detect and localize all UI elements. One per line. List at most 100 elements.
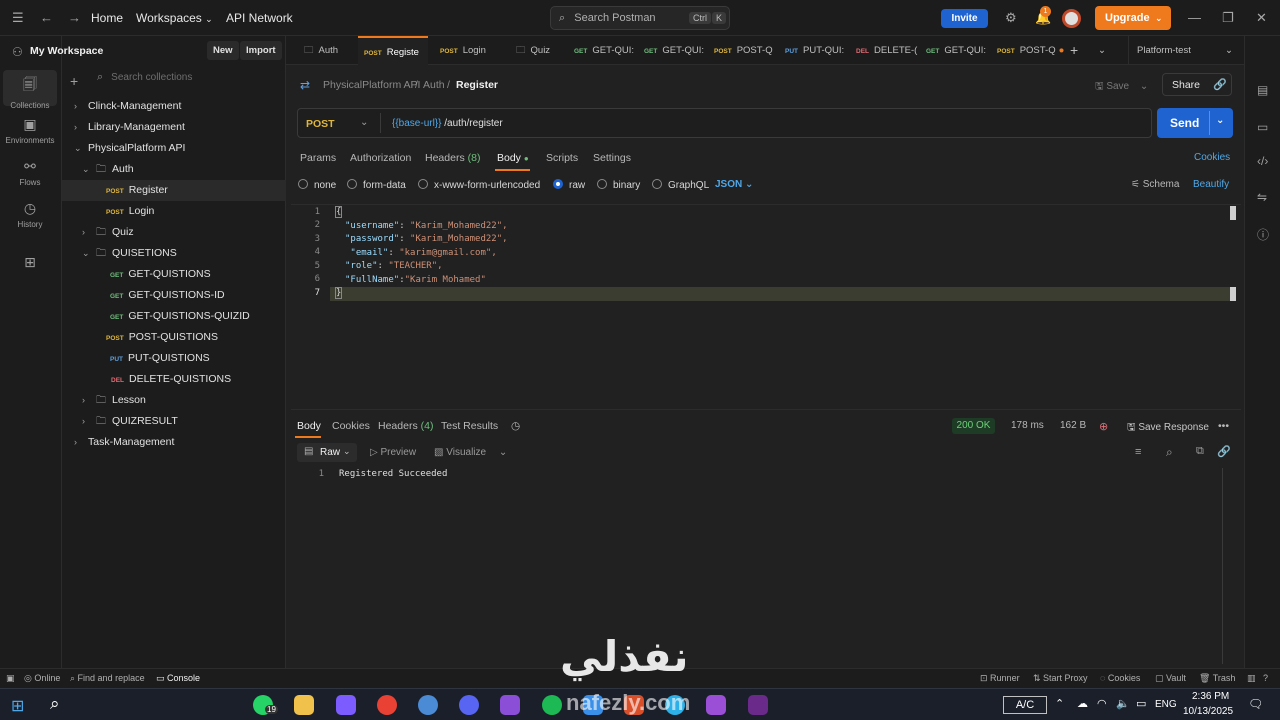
file-explorer-icon[interactable] (294, 695, 314, 715)
clock-time[interactable]: 2:36 PM (1192, 691, 1229, 702)
terminal-icon[interactable] (748, 695, 768, 715)
cookies-link[interactable]: Cookies (1194, 152, 1230, 163)
response-time[interactable]: 178 ms (1011, 420, 1044, 431)
radio-form-data[interactable]: form-data (347, 179, 406, 191)
save-button[interactable]: 🖫 Save ⌄ (1095, 79, 1148, 96)
tab-register[interactable]: POST Registe (358, 36, 428, 65)
collections-search-input[interactable]: ⌕ Search collections (91, 71, 281, 91)
json-select[interactable]: JSON ⌄ (715, 179, 753, 190)
trash-button[interactable]: 🗑 Trash (1199, 673, 1235, 684)
tab-delete[interactable]: DEL DELETE-( (856, 36, 917, 65)
tree-collection[interactable]: › Task-Management (74, 432, 174, 453)
tree-request[interactable]: GET GET-QUISTIONS-ID (110, 285, 225, 306)
strip-apps[interactable]: ⊞ (0, 254, 60, 274)
tree-request[interactable]: PUT PUT-QUISTIONS (110, 348, 210, 369)
chrome-icon[interactable] (377, 695, 397, 715)
tree-folder[interactable]: › 🗀 Lesson (82, 390, 146, 411)
raw-select[interactable]: ▤ Raw ⌄ (297, 443, 357, 462)
schema-button[interactable]: ⚟ Schema (1131, 179, 1179, 190)
notifications-icon[interactable]: 🗨 (1248, 697, 1263, 711)
maximize-icon[interactable]: ❐ (1222, 10, 1234, 26)
console-button[interactable]: ▭ Console (156, 673, 200, 684)
tree-request[interactable]: GET GET-QUISTIONS-QUIZID (110, 306, 250, 327)
tree-collection[interactable]: › Library-Management (74, 117, 185, 138)
proxy-button[interactable]: ⇅ Start Proxy (1033, 673, 1088, 684)
clock-date[interactable]: 10/13/2025 (1183, 706, 1233, 717)
radio-binary[interactable]: binary (597, 179, 640, 191)
avatar[interactable] (1062, 9, 1081, 28)
tab-put[interactable]: PUT PUT-QUI: (785, 36, 844, 65)
method-select[interactable]: POST (306, 118, 335, 130)
tree-request[interactable]: GET GET-QUISTIONS (110, 264, 211, 285)
tab-post-q-2[interactable]: POST POST-Q ● (997, 36, 1064, 65)
chevron-up-icon[interactable]: ⌃ (1055, 697, 1064, 710)
strip-flows[interactable]: ⚯ Flows (0, 158, 60, 187)
vault-button[interactable]: ▢ Vault (1155, 673, 1186, 684)
app-icon[interactable] (418, 695, 438, 715)
tab-post-q[interactable]: POST POST-Q (714, 36, 773, 65)
related-icon[interactable]: ⇋ (1257, 190, 1267, 204)
gear-icon[interactable]: ⚙ (1005, 10, 1017, 26)
nav-workspaces[interactable]: Workspaces ⌄ (136, 11, 213, 25)
tree-collection[interactable]: ⌄ PhysicalPlatform API (74, 138, 185, 159)
add-collection-icon[interactable]: + (70, 73, 78, 89)
menu-icon[interactable]: ☰ (12, 10, 24, 26)
wrap-icon[interactable]: ≡ (1135, 446, 1141, 458)
tab-scripts[interactable]: Scripts (546, 152, 578, 164)
code-icon[interactable]: ‹/› (1257, 154, 1268, 168)
docs-icon[interactable]: ▤ (1257, 83, 1268, 97)
resp-tab-cookies[interactable]: Cookies (332, 420, 370, 432)
new-button[interactable]: New (207, 41, 239, 60)
comments-icon[interactable]: ▭ (1257, 120, 1268, 134)
resp-tab-tests[interactable]: Test Results (441, 420, 498, 432)
radio-graphql[interactable]: GraphQL (652, 179, 709, 191)
invite-button[interactable]: Invite (941, 9, 988, 28)
language-indicator[interactable]: ENG (1155, 699, 1177, 710)
status-badge[interactable]: 200 OK (952, 418, 995, 434)
tab-quiz[interactable]: 🗀 Quiz (516, 36, 550, 65)
tab-settings[interactable]: Settings (593, 152, 631, 164)
globe-icon[interactable]: ⊕ (1099, 420, 1108, 433)
visual-studio-icon[interactable] (500, 695, 520, 715)
tree-folder[interactable]: › 🗀 Quiz (82, 222, 134, 243)
nav-api-network[interactable]: API Network (226, 11, 293, 25)
rider-icon[interactable] (706, 695, 726, 715)
new-tab-button[interactable]: + (1070, 36, 1078, 65)
scrollbar[interactable] (1222, 468, 1223, 664)
response-size[interactable]: 162 B (1060, 420, 1086, 431)
copilot-icon[interactable] (336, 695, 356, 715)
help-icon[interactable]: ? (1263, 673, 1268, 683)
info-icon[interactable]: ⓘ (1257, 226, 1269, 243)
scrollbar[interactable] (1230, 206, 1236, 220)
minimize-icon[interactable]: — (1188, 10, 1201, 25)
search-icon[interactable]: ⌕ (1166, 445, 1173, 460)
resp-tab-body[interactable]: Body (297, 420, 321, 432)
input-indicator[interactable]: A/C (1003, 696, 1047, 714)
resp-tab-headers[interactable]: Headers (4) (378, 420, 433, 432)
layout-toggle-icon[interactable]: ▥ (1247, 673, 1256, 684)
tree-collection[interactable]: › Clinck-Management (74, 96, 181, 117)
environment-select[interactable]: Platform-test ⌄ (1128, 36, 1244, 65)
tree-folder[interactable]: ⌄ 🗀 QUISETIONS (82, 243, 177, 264)
share-button[interactable]: Share (1172, 79, 1200, 91)
preview-button[interactable]: ▷ Preview (370, 447, 416, 458)
nav-home[interactable]: Home (91, 11, 123, 25)
battery-icon[interactable]: ▭ (1136, 697, 1146, 710)
tab-params[interactable]: Params (300, 152, 336, 164)
spotify-icon[interactable] (542, 695, 562, 715)
wifi-icon[interactable]: ◠ (1097, 697, 1107, 710)
upgrade-button[interactable]: Upgrade ⌄ (1095, 6, 1171, 30)
online-status[interactable]: ◎ Online (24, 673, 60, 684)
history-icon[interactable]: ◷ (511, 420, 520, 432)
tree-request[interactable]: DEL DELETE-QUISTIONS (111, 369, 231, 390)
radio-none[interactable]: none (298, 179, 336, 191)
search-icon[interactable]: ⌕ (50, 694, 60, 714)
cookies-button[interactable]: ◌ Cookies (1100, 673, 1140, 683)
sound-icon[interactable]: 🔈 (1116, 697, 1130, 710)
radio-raw[interactable]: raw (553, 179, 585, 191)
radio-urlencoded[interactable]: x-www-form-urlencoded (418, 179, 540, 191)
cloud-icon[interactable]: ☁ (1077, 697, 1088, 710)
url-input[interactable]: {{base-url}} /auth/register (392, 118, 503, 129)
link-icon[interactable]: 🔗 (1213, 78, 1227, 91)
discord-icon[interactable] (459, 695, 479, 715)
